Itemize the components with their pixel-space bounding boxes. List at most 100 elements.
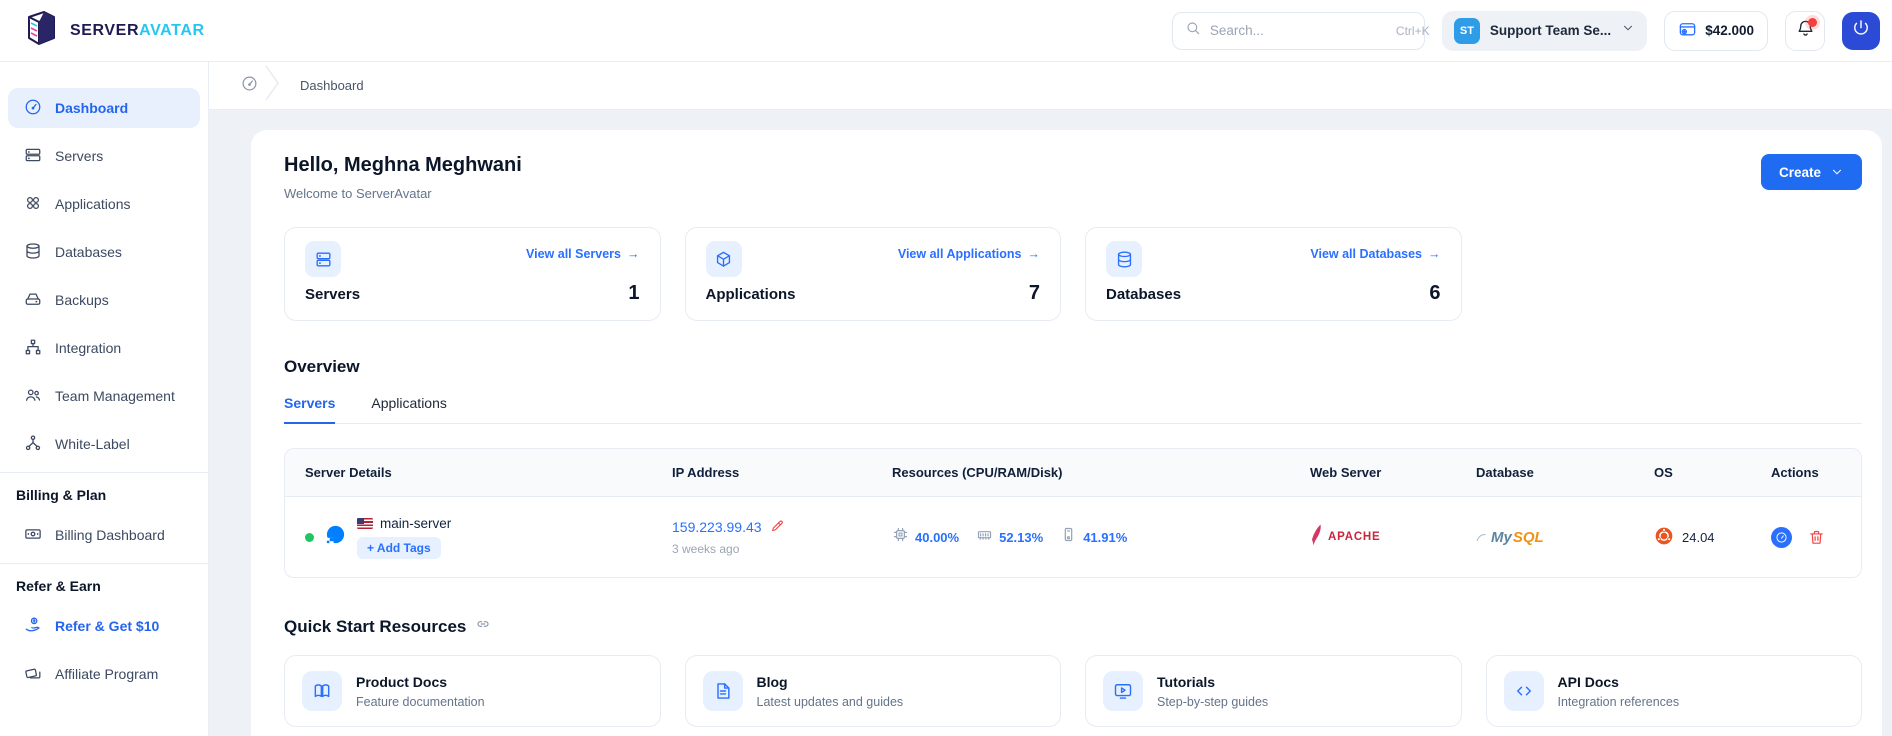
edit-ip-pencil-icon[interactable] (770, 518, 785, 536)
column-header: Resources (CPU/RAM/Disk) (892, 465, 1310, 480)
white-label-icon (24, 434, 42, 455)
sidebar: Dashboard Servers Applications Databases… (0, 62, 209, 736)
column-header: IP Address (672, 465, 892, 480)
applications-icon (24, 194, 42, 215)
stat-value: 6 (1429, 282, 1440, 305)
arrow-right-icon: → (627, 247, 640, 261)
search-shortcut: Ctrl+K (1396, 24, 1430, 38)
quickstart-card-title: Tutorials (1157, 674, 1268, 690)
sidebar-item-team-management[interactable]: Team Management (8, 376, 200, 416)
cpu-usage: 40.00% (915, 530, 959, 545)
breadcrumb-separator-icon (262, 64, 282, 107)
brand-wordmark: SERVERAVATAR (70, 22, 205, 40)
search-input[interactable] (1210, 23, 1387, 38)
server-age: 3 weeks ago (672, 542, 892, 556)
sidebar-item-label: Applications (55, 196, 131, 212)
sidebar-item-label: Backups (55, 292, 109, 308)
page-title: Hello, Meghna Meghwani (284, 154, 522, 177)
stat-card-applications: View all Applications→ Applications 7 (685, 227, 1062, 321)
wallet-icon (1678, 19, 1697, 43)
team-selector[interactable]: ST Support Team Se... (1442, 11, 1647, 51)
main-content-card: Hello, Meghna Meghwani Welcome to Server… (251, 130, 1882, 736)
team-icon (24, 386, 42, 407)
quickstart-card-blog[interactable]: Blog Latest updates and guides (685, 655, 1062, 727)
table-header-row: Server Details IP Address Resources (CPU… (285, 449, 1861, 497)
sidebar-item-dashboard[interactable]: Dashboard (8, 88, 200, 128)
gauge-icon (1775, 531, 1788, 544)
quickstart-card-subtitle: Step-by-step guides (1157, 695, 1268, 709)
delete-server-button[interactable] (1808, 529, 1825, 546)
power-icon (1851, 18, 1871, 43)
sidebar-item-label: Databases (55, 244, 122, 260)
cpu-icon (892, 526, 909, 548)
stat-label: Servers (305, 286, 360, 303)
mysql-logo: MySQL (1476, 529, 1654, 546)
tab-applications[interactable]: Applications (371, 395, 447, 423)
column-header: Web Server (1310, 465, 1476, 480)
logout-button[interactable] (1842, 12, 1880, 50)
quickstart-card-title: API Docs (1558, 674, 1680, 690)
servers-table: Server Details IP Address Resources (CPU… (284, 448, 1862, 578)
server-icon (305, 241, 341, 277)
quickstart-card-subtitle: Latest updates and guides (757, 695, 904, 709)
sidebar-section-billing: Billing & Plan (0, 487, 208, 515)
integration-icon (24, 338, 42, 359)
global-search[interactable]: Ctrl+K (1172, 12, 1425, 50)
quickstart-card-tutorials[interactable]: Tutorials Step-by-step guides (1085, 655, 1462, 727)
notification-dot (1808, 18, 1817, 27)
sidebar-item-label: Integration (55, 340, 121, 356)
column-header: Actions (1771, 465, 1862, 480)
sidebar-item-integration[interactable]: Integration (8, 328, 200, 368)
sidebar-item-billing-dashboard[interactable]: Billing Dashboard (8, 515, 200, 555)
quickstart-card-subtitle: Feature documentation (356, 695, 485, 709)
web-server-name: APACHE (1328, 531, 1381, 543)
sidebar-item-refer-get-10[interactable]: Refer & Get $10 (8, 606, 200, 646)
sidebar-item-backups[interactable]: Backups (8, 280, 200, 320)
add-tags-button[interactable]: + Add Tags (357, 537, 441, 559)
monitor-server-button[interactable] (1771, 527, 1792, 548)
sidebar-item-white-label[interactable]: White-Label (8, 424, 200, 464)
chevron-down-icon (1830, 165, 1844, 179)
sidebar-item-applications[interactable]: Applications (8, 184, 200, 224)
stat-card-servers: View all Servers→ Servers 1 (284, 227, 661, 321)
sidebar-divider (0, 472, 208, 473)
sidebar-item-affiliate-program[interactable]: Affiliate Program (8, 654, 200, 694)
breadcrumb-dashboard-icon[interactable] (241, 75, 258, 97)
view-all-servers-link[interactable]: View all Servers→ (526, 247, 639, 261)
ram-icon (976, 526, 993, 548)
search-icon (1185, 20, 1201, 41)
sidebar-item-databases[interactable]: Databases (8, 232, 200, 272)
document-icon (703, 671, 743, 711)
quickstart-card-product-docs[interactable]: Product Docs Feature documentation (284, 655, 661, 727)
sidebar-item-label: Team Management (55, 388, 175, 404)
stat-value: 1 (628, 282, 639, 305)
sidebar-item-label: White-Label (55, 436, 130, 452)
quickstart-card-subtitle: Integration references (1558, 695, 1680, 709)
server-name[interactable]: main-server (380, 516, 451, 531)
stat-cards-row: View all Servers→ Servers 1 View all App… (284, 227, 1862, 321)
sidebar-item-servers[interactable]: Servers (8, 136, 200, 176)
quickstart-card-api-docs[interactable]: API Docs Integration references (1486, 655, 1863, 727)
code-brackets-icon (1504, 671, 1544, 711)
column-header: OS (1654, 465, 1771, 480)
overview-tabs: Servers Applications (284, 395, 1862, 424)
wallet-balance-button[interactable]: $42.000 (1664, 11, 1768, 51)
create-button[interactable]: Create (1761, 154, 1862, 190)
quickstart-title: Quick Start Resources (284, 617, 466, 637)
billing-icon (24, 525, 42, 546)
os-version: 24.04 (1682, 530, 1715, 545)
tab-servers[interactable]: Servers (284, 395, 335, 424)
brand-logo[interactable]: SERVERAVATAR (0, 8, 205, 53)
notifications-button[interactable] (1785, 11, 1825, 51)
overview-title: Overview (284, 357, 1862, 377)
link-icon[interactable] (475, 616, 491, 637)
ubuntu-icon (1654, 526, 1674, 549)
arrow-right-icon: → (1428, 247, 1441, 261)
sidebar-item-label: Servers (55, 148, 103, 164)
breadcrumb-current[interactable]: Dashboard (300, 78, 364, 93)
view-all-databases-link[interactable]: View all Databases→ (1310, 247, 1440, 261)
trash-icon (1808, 529, 1825, 546)
server-ip[interactable]: 159.223.99.43 (672, 519, 762, 535)
page-subtitle: Welcome to ServerAvatar (284, 186, 522, 201)
view-all-applications-link[interactable]: View all Applications→ (898, 247, 1040, 261)
